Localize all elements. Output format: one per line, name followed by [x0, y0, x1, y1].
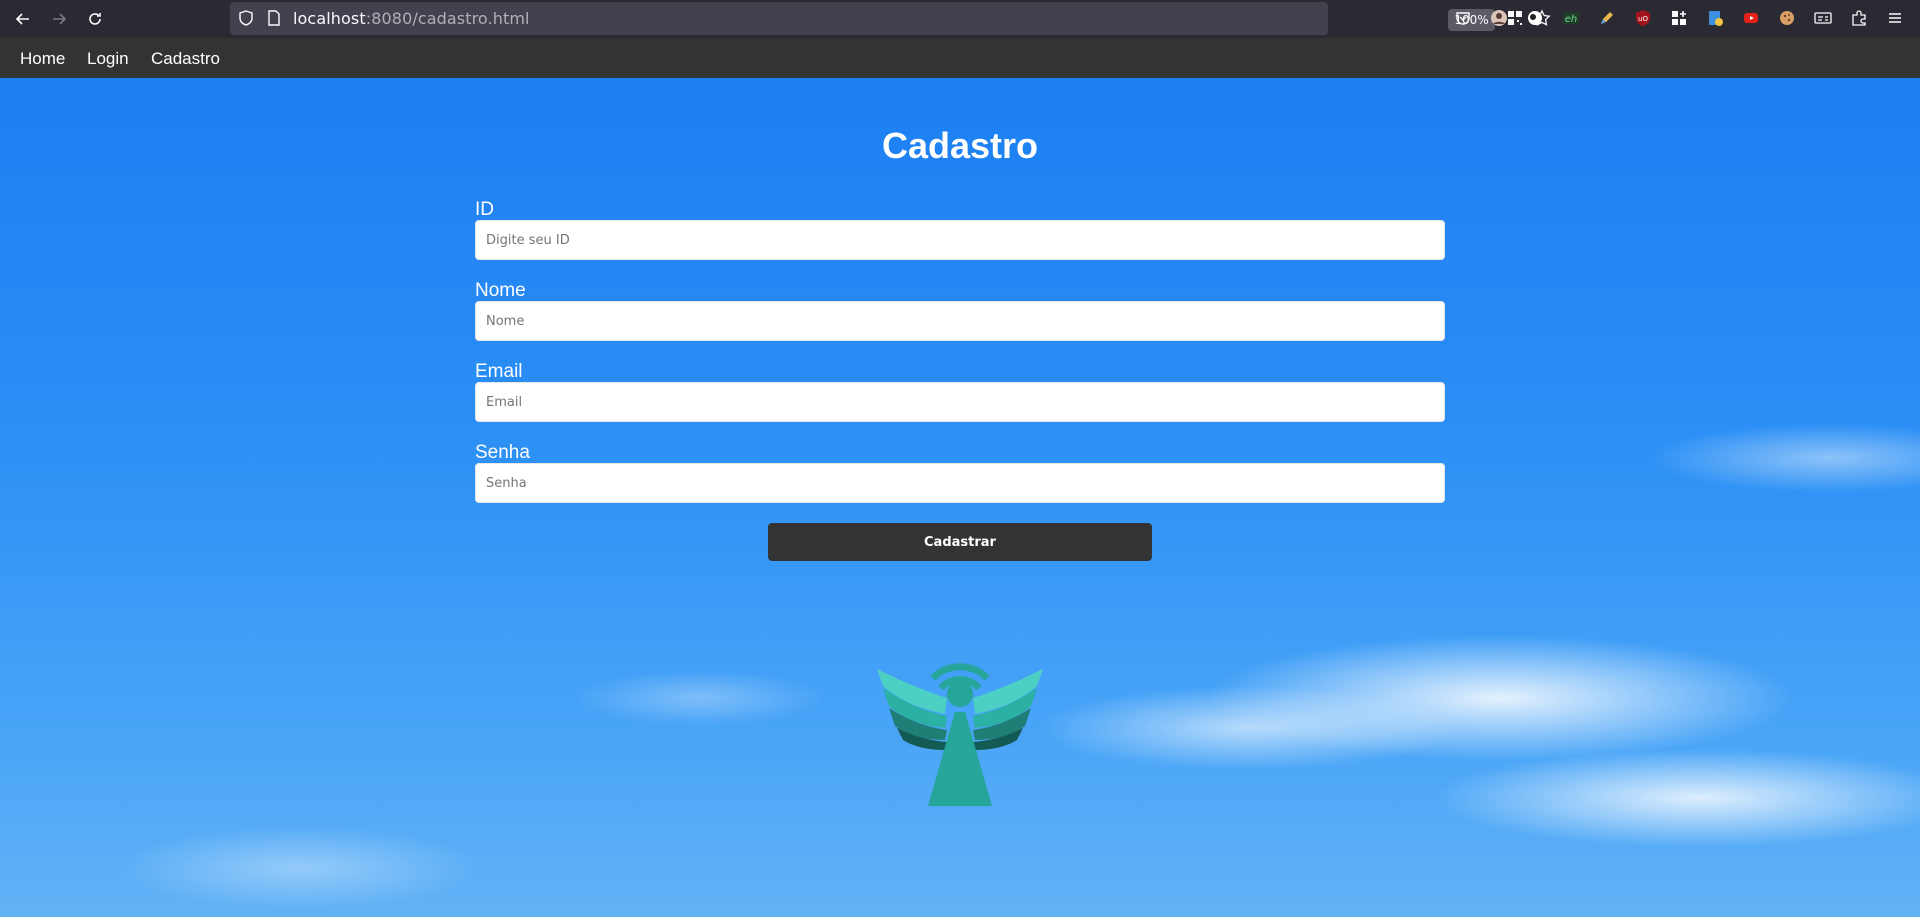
senha-label: Senha: [475, 442, 530, 463]
angel-logo-icon: [877, 663, 1043, 806]
extension-pencil-icon[interactable]: [1598, 9, 1616, 27]
menu-icon[interactable]: [1886, 9, 1904, 27]
cookie-icon[interactable]: [1778, 9, 1796, 27]
id-input[interactable]: [475, 220, 1445, 260]
youtube-icon[interactable]: [1742, 9, 1760, 27]
cadastrar-button[interactable]: Cadastrar: [768, 523, 1152, 561]
top-navbar: Home Login Cadastro: [0, 38, 1920, 78]
nav-cadastro-link[interactable]: Cadastro: [151, 49, 220, 69]
extension-icon[interactable]: [1526, 9, 1544, 27]
extension-eh-icon[interactable]: eh: [1562, 9, 1580, 27]
svg-text:uO: uO: [1638, 15, 1648, 23]
email-input[interactable]: [475, 382, 1445, 422]
extension-card-icon[interactable]: [1814, 9, 1832, 27]
nav-home-link[interactable]: Home: [20, 49, 65, 69]
extensions-puzzle-icon[interactable]: [1850, 9, 1868, 27]
back-button[interactable]: [9, 5, 37, 33]
reload-icon: [89, 13, 101, 25]
forward-button[interactable]: [45, 5, 73, 33]
browser-toolbar: localhost:8080/cadastro.html 100% eh uO: [0, 0, 1920, 38]
forward-icon: [53, 13, 67, 25]
extension-doc-icon[interactable]: [1706, 9, 1724, 27]
pocket-icon[interactable]: [1454, 9, 1472, 27]
shield-icon[interactable]: [237, 9, 255, 27]
page-icon[interactable]: [265, 9, 283, 27]
nome-input[interactable]: [475, 301, 1445, 341]
url-text: localhost:8080/cadastro.html: [293, 9, 530, 28]
email-label: Email: [475, 361, 523, 382]
senha-input[interactable]: [475, 463, 1445, 503]
reload-button[interactable]: [81, 5, 109, 33]
nome-label: Nome: [475, 280, 526, 301]
qr-code-icon[interactable]: [1506, 9, 1524, 27]
svg-text:eh: eh: [1565, 14, 1578, 25]
extension-grid-icon[interactable]: [1670, 9, 1688, 27]
page-background: Home Login Cadastro Cadastro ID Nome Ema…: [0, 38, 1920, 917]
back-icon: [15, 13, 29, 25]
url-bar[interactable]: localhost:8080/cadastro.html 100%: [230, 2, 1551, 35]
nav-login-link[interactable]: Login: [87, 49, 129, 69]
page-title: Cadastro: [881, 125, 1039, 166]
profile-icon[interactable]: [1490, 9, 1508, 27]
id-label: ID: [475, 199, 494, 220]
ublock-icon[interactable]: uO: [1634, 9, 1652, 27]
